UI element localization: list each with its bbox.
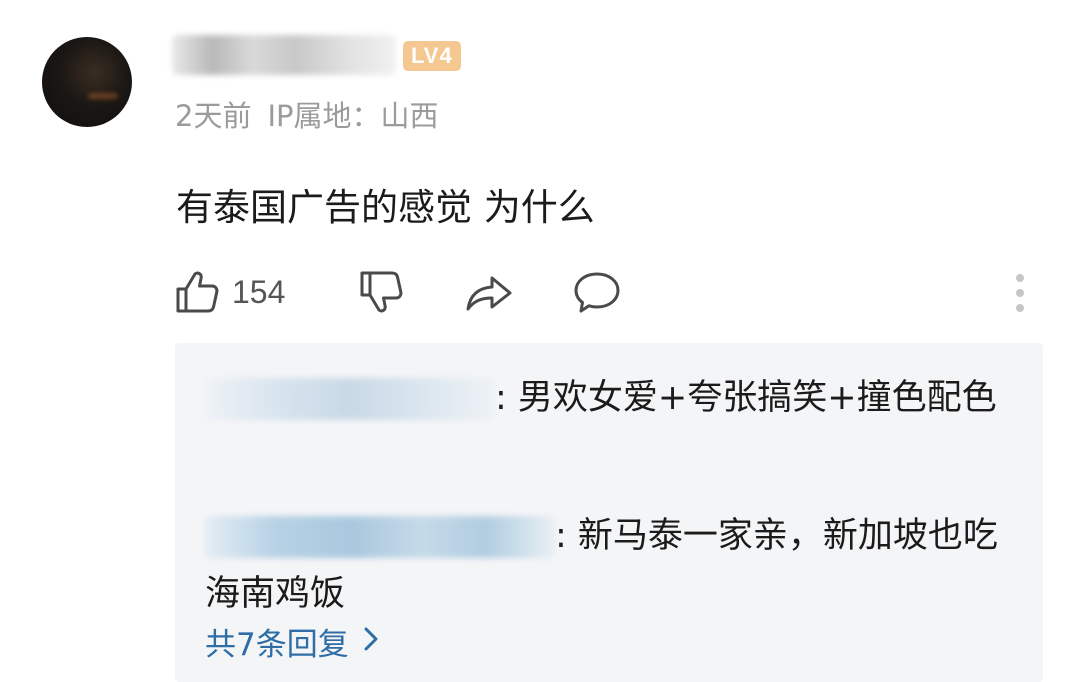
- like-button[interactable]: 154: [174, 262, 285, 322]
- share-icon: [464, 269, 514, 315]
- reply-author-redacted[interactable]: [205, 516, 555, 558]
- view-all-replies-label: 共7条回复: [205, 627, 349, 663]
- more-options-button[interactable]: [1008, 262, 1032, 322]
- thumbs-up-icon: [174, 269, 220, 315]
- comment-bubble-icon: [572, 269, 622, 315]
- ip-location: IP属地：山西: [267, 99, 439, 133]
- reply-text: : 男欢女爱+夸张搞笑+撞色配色: [495, 378, 997, 418]
- chevron-right-icon: [363, 624, 379, 660]
- view-all-replies-link[interactable]: 共7条回复: [205, 619, 379, 664]
- reply-item[interactable]: : 男欢女爱+夸张搞笑+撞色配色: [205, 369, 1015, 427]
- replies-preview: : 男欢女爱+夸张搞笑+撞色配色 : 新马泰一家亲，新加坡也吃海南鸡饭 共7条回…: [175, 343, 1043, 682]
- avatar[interactable]: [42, 37, 132, 127]
- share-button[interactable]: [464, 262, 514, 322]
- reply-item[interactable]: : 新马泰一家亲，新加坡也吃海南鸡饭: [205, 507, 1015, 623]
- reply-author-redacted[interactable]: [205, 378, 495, 420]
- avatar-image-detail: [88, 93, 118, 99]
- reply-button[interactable]: [572, 262, 622, 322]
- thumbs-down-icon: [358, 269, 404, 315]
- comment-text: 有泰国广告的感觉 为什么: [176, 186, 595, 229]
- comment-meta: 2天前 IP属地：山西: [175, 93, 439, 135]
- level-badge: LV4: [403, 41, 461, 71]
- comment-actions: 154: [0, 262, 1080, 322]
- more-vertical-icon: [1008, 269, 1032, 315]
- username-redacted[interactable]: [172, 35, 396, 75]
- dislike-button[interactable]: [358, 262, 404, 322]
- timestamp: 2天前: [175, 99, 252, 133]
- like-count: 154: [232, 273, 286, 310]
